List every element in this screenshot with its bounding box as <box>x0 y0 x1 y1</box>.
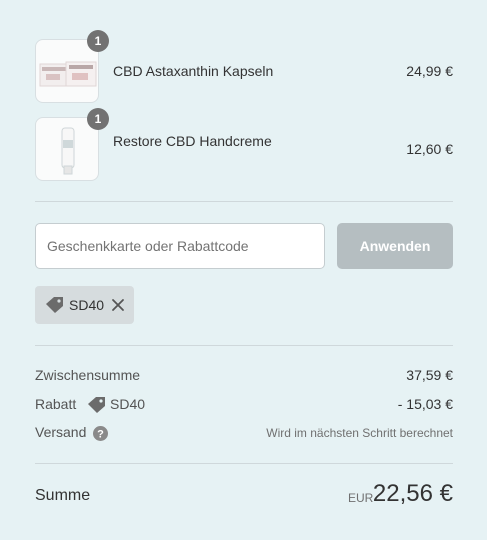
divider <box>35 345 453 346</box>
applied-code-label: SD40 <box>69 297 105 313</box>
divider <box>35 463 453 464</box>
quantity-badge: 1 <box>87 30 109 52</box>
shipping-label: Versand <box>35 424 87 440</box>
svg-text:?: ? <box>97 428 104 440</box>
item-name: CBD Astaxanthin Kapseln <box>113 63 274 79</box>
subtotal-label: Zwischensumme <box>35 367 141 383</box>
discount-code-input[interactable] <box>35 223 325 269</box>
applied-discount-tag: SD40 <box>35 286 134 324</box>
close-icon[interactable] <box>109 296 127 314</box>
shipping-row: Versand ? Wird im nächsten Schritt berec… <box>35 424 453 444</box>
quantity-badge: 1 <box>87 108 109 130</box>
order-summary: 1 CBD Astaxanthin Kapseln 24,99 € 1 Rest… <box>0 0 487 540</box>
capsule-box-image <box>39 61 97 87</box>
divider <box>35 201 453 202</box>
tag-icon <box>46 297 63 313</box>
discount-value: - 15,03 € <box>397 396 453 412</box>
item-price: 24,99 € <box>406 63 453 79</box>
shipping-value: Wird im nächsten Schritt berechnet <box>266 426 453 440</box>
apply-button[interactable]: Anwenden <box>337 223 453 269</box>
cart-item: 1 Restore CBD Handcreme 12,60 € <box>35 108 453 181</box>
item-name: Restore CBD Handcreme <box>113 133 272 149</box>
help-icon[interactable]: ? <box>93 426 108 441</box>
total-label: Summe <box>35 487 91 504</box>
discount-label: Rabatt <box>35 396 77 412</box>
total-currency: EUR <box>348 491 374 505</box>
discount-code: SD40 <box>110 396 146 412</box>
subtotal-row: Zwischensumme 37,59 € <box>35 367 453 387</box>
discount-row: Rabatt SD40 - 15,03 € <box>35 396 453 416</box>
tag-icon <box>88 397 105 413</box>
total-amount: 22,56 € <box>372 480 453 507</box>
item-price: 12,60 € <box>406 141 453 157</box>
cream-tube-image <box>61 127 75 175</box>
cart-item: 1 CBD Astaxanthin Kapseln 24,99 € <box>35 30 453 103</box>
subtotal-value: 37,59 € <box>406 367 453 383</box>
